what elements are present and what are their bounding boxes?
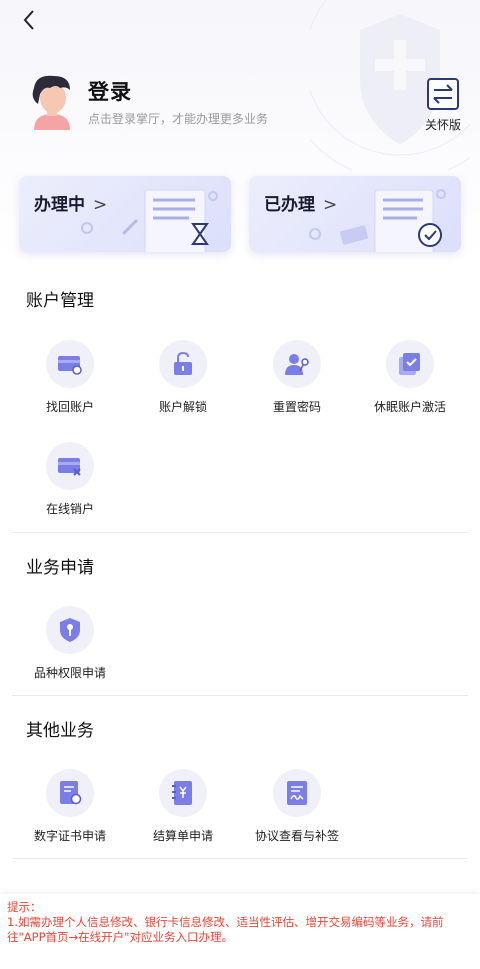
tile-activate-dormant[interactable]: 休眠账户激活: [355, 340, 465, 415]
tip-panel: 提示： 1.如需办理个人信息修改、银行卡信息修改、适当性评估、增开交易编码等业务…: [0, 894, 480, 969]
tile-label: 数字证书申请: [33, 829, 106, 843]
tip-title: 提示：: [7, 900, 42, 914]
in-progress-title: 办理中 >: [34, 195, 108, 215]
section-divider: [12, 532, 468, 533]
tile-label: 找回账户: [45, 400, 94, 414]
care-mode-button[interactable]: 关怀版: [420, 78, 466, 133]
tile-agreement[interactable]: 协议查看与补签: [242, 769, 352, 844]
statement-icon: [172, 781, 192, 805]
chevron-right-icon: >: [93, 195, 108, 215]
in-progress-card[interactable]: 办理中 >: [19, 176, 231, 252]
tile-recover-account[interactable]: 找回账户: [15, 340, 125, 415]
avatar-icon: [32, 75, 70, 130]
tile-variety-permission[interactable]: 品种权限申请: [15, 606, 125, 681]
tile-icon-bg: [273, 769, 321, 817]
completed-card[interactable]: 已办理 >: [249, 176, 461, 252]
switch-arrows-icon: [427, 78, 459, 110]
tile-icon-bg: [46, 442, 94, 490]
tip-line-2: 往"APP首页→在线开户"对应业务入口办理。: [7, 930, 233, 944]
tile-icon-bg: [46, 769, 94, 817]
user-key-icon: [285, 354, 309, 375]
tile-icon-bg: [46, 340, 94, 388]
tile-digital-certificate[interactable]: 数字证书申请: [15, 769, 125, 844]
tile-close-account[interactable]: 在线销户: [15, 442, 125, 517]
tile-icon-bg: [273, 340, 321, 388]
section-divider: [12, 695, 468, 696]
card-close-icon: [58, 458, 81, 476]
tile-label: 结算单申请: [152, 829, 213, 843]
card-search-icon: [58, 356, 82, 375]
tile-label: 账户解锁: [158, 400, 207, 414]
login-title[interactable]: 登录: [88, 76, 268, 106]
tile-unlock-account[interactable]: 账户解锁: [128, 340, 238, 415]
tile-label: 休眠账户激活: [373, 400, 446, 414]
tile-statement[interactable]: 结算单申请: [128, 769, 238, 844]
section-title-apply: 业务申请: [26, 558, 94, 578]
completed-title: 已办理 >: [264, 195, 338, 215]
tile-label: 在线销户: [45, 502, 94, 516]
tile-icon-bg: [159, 769, 207, 817]
check-stack-icon: [399, 353, 420, 375]
section-title-other: 其他业务: [26, 721, 94, 741]
chevron-right-icon: >: [323, 195, 338, 215]
tile-label: 品种权限申请: [33, 666, 106, 680]
unlock-icon: [174, 351, 192, 375]
care-mode-label: 关怀版: [424, 118, 461, 132]
tile-icon-bg: [46, 606, 94, 654]
shield-key-icon: [60, 618, 80, 642]
login-subtitle: 点击登录掌厅，才能办理更多业务: [88, 111, 269, 126]
tile-reset-password[interactable]: 重置密码: [242, 340, 352, 415]
agreement-sign-icon: [287, 781, 307, 805]
login-profile[interactable]: 登录 点击登录掌厅，才能办理更多业务: [26, 74, 268, 130]
section-divider: [12, 858, 468, 859]
tile-icon-bg: [159, 340, 207, 388]
tile-label: 协议查看与补签: [254, 829, 339, 843]
certificate-icon: [60, 781, 82, 805]
tile-label: 重置密码: [272, 400, 321, 414]
back-arrow-icon[interactable]: [16, 6, 44, 34]
section-title-account: 账户管理: [26, 291, 94, 311]
tile-icon-bg: [386, 340, 434, 388]
tip-line-1: 1.如需办理个人信息修改、银行卡信息修改、适当性评估、增开交易编码等业务，请前: [7, 915, 444, 929]
